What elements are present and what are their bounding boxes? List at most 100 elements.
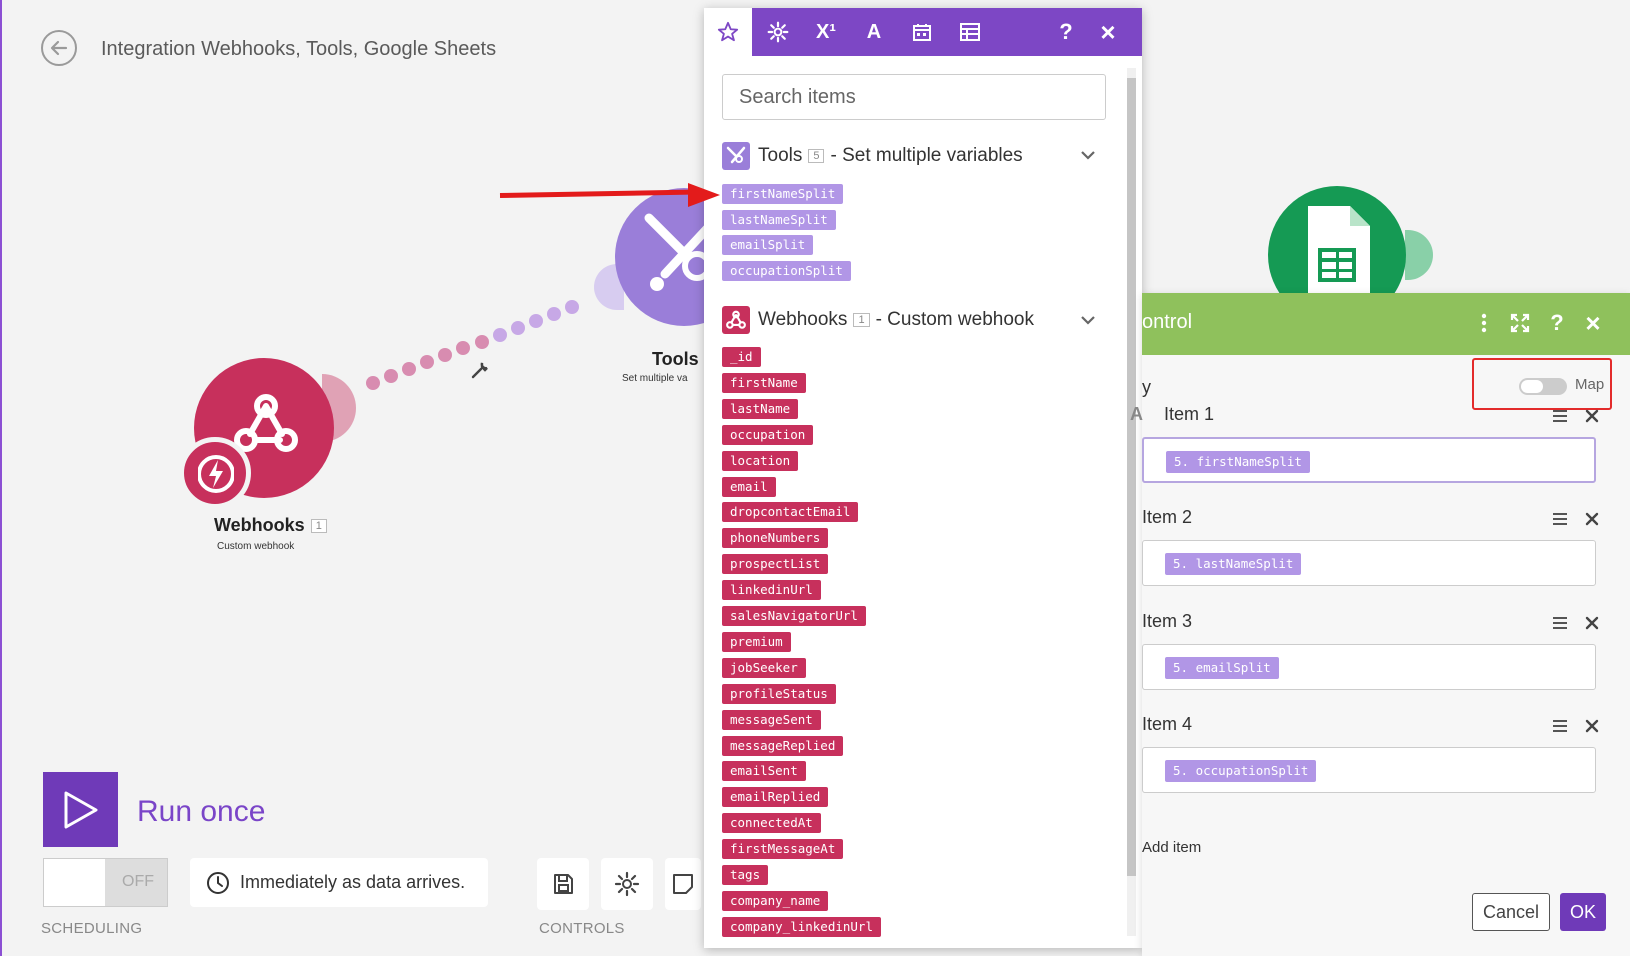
- remove-item-icon[interactable]: [1585, 616, 1599, 630]
- search-items-input[interactable]: [722, 74, 1106, 120]
- mapping-item-pill[interactable]: emailSplit: [722, 235, 814, 256]
- item-value-field[interactable]: 5. firstNameSplit: [1142, 437, 1596, 483]
- connection-dot: [420, 355, 435, 370]
- settings-close-button[interactable]: ×: [1578, 308, 1608, 338]
- ok-button[interactable]: OK: [1560, 893, 1606, 931]
- mapping-item-pill[interactable]: occupation: [722, 424, 814, 445]
- run-once-label[interactable]: Run once: [137, 795, 265, 829]
- mapping-item-pill[interactable]: firstNameSplit: [722, 184, 844, 204]
- google-sheets-icon: [1308, 206, 1370, 296]
- gear-icon: [767, 21, 789, 43]
- settings-help-button[interactable]: ?: [1542, 308, 1572, 338]
- mapping-item-pill[interactable]: premium: [722, 631, 791, 652]
- scenario-title: Integration Webhooks, Tools, Google Shee…: [101, 38, 497, 60]
- mapped-value-pill[interactable]: 5. emailSplit: [1165, 657, 1279, 679]
- mapping-item-pill[interactable]: profileStatus: [722, 683, 836, 704]
- mapping-item-pill[interactable]: linkedinUrl: [722, 580, 821, 601]
- tab-array-functions[interactable]: [946, 8, 994, 56]
- mapping-item-pill[interactable]: company_linkedinUrl: [722, 916, 881, 937]
- mapping-item-pill[interactable]: emailReplied: [722, 787, 829, 808]
- wrench-icon[interactable]: [470, 360, 490, 380]
- close-mapping-button[interactable]: ×: [1084, 8, 1132, 56]
- tab-math-functions[interactable]: X¹: [802, 8, 850, 56]
- connection-dot: [474, 334, 489, 349]
- remove-item-icon[interactable]: [1585, 512, 1599, 526]
- drag-handle-icon[interactable]: [1552, 512, 1568, 526]
- cancel-button[interactable]: Cancel: [1472, 893, 1550, 931]
- remove-item-icon[interactable]: [1585, 409, 1599, 423]
- back-button[interactable]: [41, 30, 77, 66]
- mapping-scrollbar[interactable]: [1127, 68, 1136, 936]
- mapping-item-pill[interactable]: messageReplied: [722, 735, 844, 756]
- mapped-value-pill[interactable]: 5. lastNameSplit: [1165, 553, 1302, 575]
- scheduling-toggle[interactable]: OFF: [43, 858, 168, 907]
- webhooks-group-header[interactable]: Webhooks 1 - Custom webhook: [722, 304, 1034, 336]
- mapping-item-pill[interactable]: messageSent: [722, 709, 821, 730]
- left-accent-border: [0, 0, 2, 956]
- mapping-item-pill[interactable]: email: [722, 476, 776, 497]
- mapping-item-pill[interactable]: salesNavigatorUrl: [722, 606, 866, 626]
- tab-general-functions[interactable]: [754, 8, 802, 56]
- settings-button[interactable]: [601, 858, 653, 910]
- item-label: Item 2: [1142, 507, 1193, 527]
- mapping-item-pill[interactable]: location: [722, 450, 799, 471]
- chevron-down-icon[interactable]: [1080, 149, 1096, 161]
- item-value-field[interactable]: 5. occupationSplit: [1142, 747, 1596, 793]
- mapping-item-pill[interactable]: jobSeeker: [722, 657, 806, 678]
- mapping-item-pill[interactable]: connectedAt: [722, 813, 821, 834]
- schedule-setting[interactable]: Immediately as data arrives.: [190, 858, 488, 907]
- tools-group-header[interactable]: Tools 5 - Set multiple variables: [722, 140, 1023, 172]
- tab-text-functions[interactable]: A: [850, 8, 898, 56]
- mapping-item-pill[interactable]: phoneNumbers: [722, 528, 829, 549]
- drag-handle-icon[interactable]: [1552, 409, 1568, 423]
- mapping-item-pill[interactable]: emailSent: [722, 761, 806, 782]
- mapped-value-pill[interactable]: 5. occupationSplit: [1165, 760, 1317, 782]
- mapping-item-pill[interactable]: lastNameSplit: [722, 209, 836, 230]
- text-type-icon: A: [1130, 404, 1143, 424]
- help-button[interactable]: ?: [1042, 8, 1090, 56]
- mapping-item-pill[interactable]: lastName: [722, 398, 799, 419]
- webhooks-group-description: - Custom webhook: [875, 309, 1034, 330]
- mapping-item-pill[interactable]: firstMessageAt: [722, 839, 844, 860]
- drag-handle-icon[interactable]: [1552, 719, 1568, 733]
- kebab-menu-icon: [1481, 313, 1487, 333]
- webhooks-module-name: Webhooks 1: [214, 515, 327, 536]
- table-icon: [960, 23, 980, 41]
- run-once-button[interactable]: [43, 772, 118, 847]
- save-button[interactable]: [537, 858, 589, 910]
- tab-date-functions[interactable]: [898, 8, 946, 56]
- scrollbar-thumb[interactable]: [1127, 78, 1136, 876]
- chevron-down-icon[interactable]: [1080, 314, 1096, 326]
- text-icon: A: [866, 20, 882, 43]
- mapping-item-pill[interactable]: tags: [722, 865, 769, 885]
- tab-favorites[interactable]: [704, 8, 752, 56]
- more-options-button[interactable]: [1469, 308, 1499, 338]
- lightning-icon: [198, 455, 234, 493]
- module-count-badge: 1: [310, 519, 327, 534]
- item-value-field[interactable]: 5. lastNameSplit: [1142, 540, 1596, 586]
- connection-dot: [402, 362, 417, 377]
- expand-icon: [1510, 313, 1530, 333]
- mapping-item-pill[interactable]: occupationSplit: [722, 261, 851, 282]
- controls-caption: CONTROLS: [539, 920, 625, 937]
- mapping-item-pill[interactable]: company_name: [722, 890, 829, 911]
- sheets-module-connector[interactable]: [1405, 230, 1433, 280]
- add-item-button[interactable]: Add item: [1142, 839, 1201, 856]
- tools-group-name: Tools: [758, 145, 803, 166]
- expand-button[interactable]: [1505, 308, 1535, 338]
- module-settings-title: ontrol: [1142, 311, 1193, 333]
- mapping-item-pill[interactable]: dropcontactEmail: [722, 502, 859, 523]
- item-value-field[interactable]: 5. emailSplit: [1142, 644, 1596, 690]
- mapping-item-pill[interactable]: _id: [722, 347, 761, 367]
- notes-button[interactable]: [665, 858, 701, 910]
- item-label: Item 4: [1142, 714, 1193, 734]
- close-icon: ×: [1585, 307, 1601, 338]
- drag-handle-icon[interactable]: [1552, 616, 1568, 630]
- mapping-item-pill[interactable]: prospectList: [722, 554, 829, 575]
- math-icon: X¹: [816, 20, 836, 43]
- remove-item-icon[interactable]: [1585, 719, 1599, 733]
- mapping-item-pill[interactable]: firstName: [722, 372, 806, 393]
- mapped-value-pill[interactable]: 5. firstNameSplit: [1166, 451, 1310, 473]
- connection-dot: [366, 376, 380, 390]
- map-toggle[interactable]: [1519, 378, 1567, 395]
